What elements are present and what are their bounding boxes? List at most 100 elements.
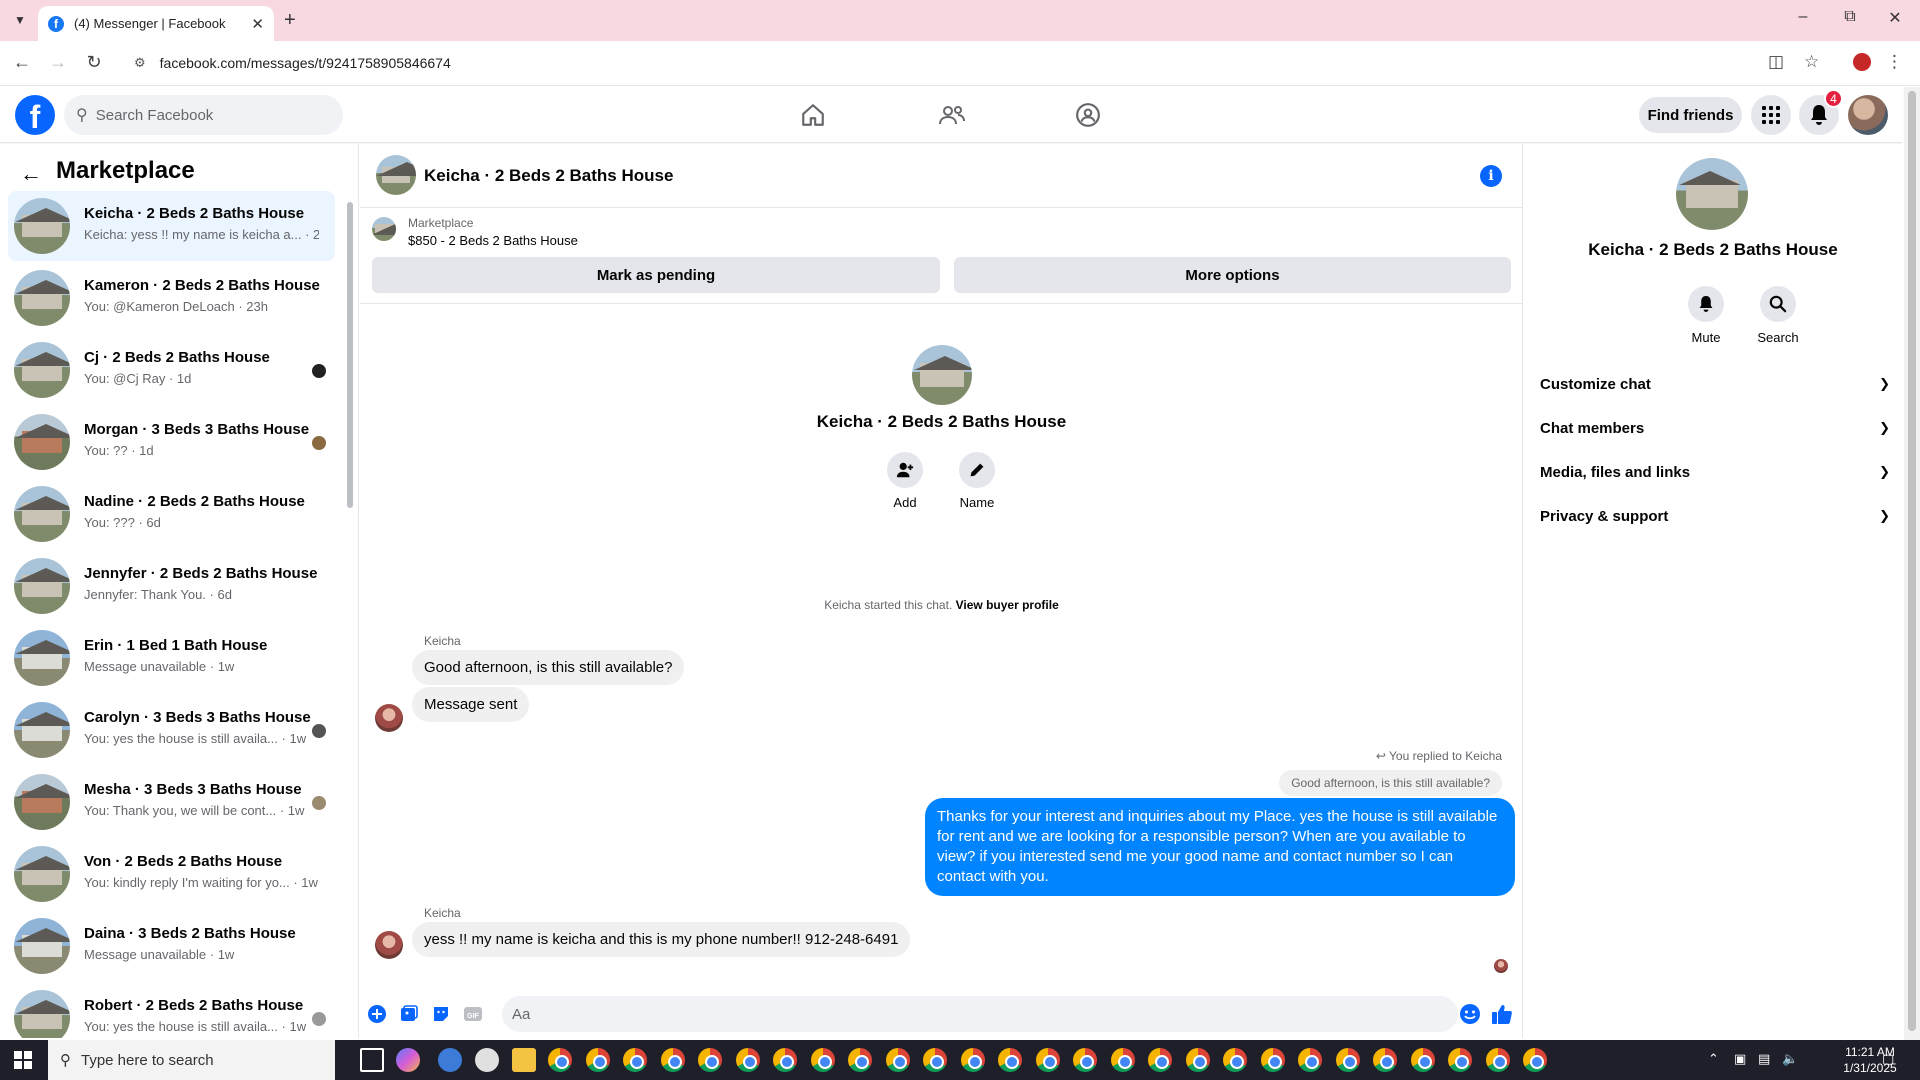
privacy-support-section[interactable]: Privacy & support ❯	[1540, 498, 1890, 534]
reload-icon[interactable]: ↻	[82, 52, 106, 73]
view-buyer-profile-link[interactable]: View buyer profile	[956, 598, 1059, 612]
chrome-icon[interactable]	[1073, 1048, 1097, 1072]
conversation-item[interactable]: Mesha · 3 Beds 3 Baths House You: Thank y…	[8, 767, 335, 837]
chrome-icon[interactable]	[661, 1048, 685, 1072]
mark-as-pending-button[interactable]: Mark as pending	[372, 257, 940, 293]
sender-avatar[interactable]	[375, 931, 403, 959]
site-info-icon[interactable]: ⚙	[134, 55, 146, 71]
friends-icon[interactable]	[932, 99, 972, 131]
sender-avatar[interactable]	[375, 704, 403, 732]
chrome-icon[interactable]	[1261, 1048, 1285, 1072]
bookmark-star-icon[interactable]: ☆	[1804, 52, 1819, 72]
copilot-icon[interactable]	[396, 1048, 420, 1072]
facebook-search-input[interactable]: ⚲ Search Facebook	[64, 95, 343, 135]
new-tab-plus-icon[interactable]: +	[284, 9, 296, 32]
chrome-icon[interactable]	[998, 1048, 1022, 1072]
conversation-item[interactable]: Keicha · 2 Beds 2 Baths House Keicha: yes…	[8, 191, 335, 261]
chrome-icon[interactable]	[1411, 1048, 1435, 1072]
incoming-message[interactable]: Good afternoon, is this still available?	[412, 650, 685, 685]
page-scrollbar-thumb[interactable]	[1908, 91, 1916, 1031]
conversation-item[interactable]: Robert · 2 Beds 2 Baths House You: yes th…	[8, 983, 335, 1038]
more-options-button[interactable]: More options	[954, 257, 1511, 293]
chrome-icon[interactable]	[1448, 1048, 1472, 1072]
outgoing-message[interactable]: Thanks for your interest and inquiries a…	[925, 798, 1515, 896]
file-explorer-icon[interactable]	[512, 1048, 536, 1072]
app-icon[interactable]	[475, 1048, 499, 1072]
chrome-icon[interactable]	[1298, 1048, 1322, 1072]
listing-thumbnail[interactable]	[372, 217, 396, 241]
browser-tab-messenger[interactable]: f (4) Messenger | Facebook ✕	[38, 6, 274, 41]
meet-now-icon[interactable]: ▣	[1734, 1051, 1746, 1067]
chrome-icon[interactable]	[1373, 1048, 1397, 1072]
app-icon[interactable]	[438, 1048, 462, 1072]
chrome-icon[interactable]	[1036, 1048, 1060, 1072]
search-conversation-button[interactable]: Search	[1748, 286, 1808, 345]
conversation-item[interactable]: Kameron · 2 Beds 2 Baths House You: @Kame…	[8, 263, 335, 333]
taskbar-clock[interactable]: 11:21 AM 1/31/2025	[1840, 1044, 1900, 1076]
close-tab-icon[interactable]: ✕	[251, 15, 264, 33]
tray-overflow-chevron-icon[interactable]: ⌃	[1708, 1051, 1719, 1067]
message-input[interactable]: Aa	[502, 996, 1458, 1032]
task-view-icon[interactable]	[360, 1048, 384, 1072]
restore-icon[interactable]: ⧉	[1835, 8, 1865, 26]
conversation-item[interactable]: Jennyfer · 2 Beds 2 Baths House Jennyfer:…	[8, 551, 335, 621]
address-bar[interactable]: ⚙ facebook.com/messages/t/92417589058466…	[120, 47, 1770, 79]
emoji-icon[interactable]	[1459, 1003, 1481, 1025]
browser-menu-icon[interactable]: ⋮	[1886, 52, 1903, 72]
conversation-item[interactable]: Von · 2 Beds 2 Baths House You: kindly re…	[8, 839, 335, 909]
chrome-icon[interactable]	[548, 1048, 572, 1072]
chrome-icon[interactable]	[961, 1048, 985, 1072]
chrome-icon[interactable]	[923, 1048, 947, 1072]
page-scrollbar[interactable]	[1904, 87, 1920, 1040]
chrome-icon[interactable]	[1223, 1048, 1247, 1072]
add-people-button[interactable]: Add	[875, 452, 935, 510]
chrome-icon[interactable]	[698, 1048, 722, 1072]
chrome-icon[interactable]	[736, 1048, 760, 1072]
minimize-icon[interactable]: –	[1788, 8, 1818, 26]
browser-profile-icon[interactable]	[1853, 53, 1871, 71]
forward-arrow-icon[interactable]: →	[46, 52, 70, 73]
info-icon[interactable]: i	[1480, 165, 1502, 187]
customize-chat-section[interactable]: Customize chat ❯	[1540, 366, 1890, 402]
install-app-icon[interactable]: ◫	[1768, 52, 1784, 72]
chrome-icon[interactable]	[1186, 1048, 1210, 1072]
mute-button[interactable]: Mute	[1676, 286, 1736, 345]
volume-icon[interactable]: 🔈	[1782, 1051, 1798, 1067]
incoming-message[interactable]: yess !! my name is keicha and this is my…	[412, 922, 911, 957]
windows-start-icon[interactable]	[14, 1051, 32, 1074]
plus-circle-icon[interactable]	[366, 1003, 388, 1025]
chrome-icon[interactable]	[811, 1048, 835, 1072]
details-avatar[interactable]	[1676, 158, 1748, 230]
taskbar-search-box[interactable]: ⚲ Type here to search	[48, 1040, 335, 1080]
account-avatar[interactable]	[1848, 95, 1888, 135]
chrome-icon[interactable]	[1148, 1048, 1172, 1072]
sidebar-scrollbar[interactable]	[345, 192, 355, 1036]
menu-grid-icon[interactable]	[1751, 95, 1791, 135]
find-friends-button[interactable]: Find friends	[1639, 97, 1742, 133]
listing-title[interactable]: $850 - 2 Beds 2 Baths House	[408, 233, 578, 248]
back-arrow-icon[interactable]: ←	[20, 161, 42, 187]
thumbs-up-icon[interactable]	[1491, 1003, 1513, 1025]
home-icon[interactable]	[793, 99, 833, 131]
gif-icon[interactable]: GIF	[462, 1003, 484, 1025]
conversation-item[interactable]: Cj · 2 Beds 2 Baths House You: @Cj Ray · …	[8, 335, 335, 405]
conversation-item[interactable]: Nadine · 2 Beds 2 Baths House You: ??? · …	[8, 479, 335, 549]
chrome-icon[interactable]	[586, 1048, 610, 1072]
chat-title[interactable]: Keicha · 2 Beds 2 Baths House	[424, 166, 673, 186]
chrome-icon[interactable]	[1523, 1048, 1547, 1072]
close-window-icon[interactable]: ✕	[1880, 8, 1910, 28]
conversation-item[interactable]: Carolyn · 3 Beds 3 Baths House You: yes t…	[8, 695, 335, 765]
chat-members-section[interactable]: Chat members ❯	[1540, 410, 1890, 446]
media-files-links-section[interactable]: Media, files and links ❯	[1540, 454, 1890, 490]
back-arrow-icon[interactable]: ←	[10, 52, 34, 73]
groups-icon[interactable]	[1068, 99, 1108, 131]
incoming-message[interactable]: Message sent	[412, 687, 530, 722]
conversation-item[interactable]: Erin · 1 Bed 1 Bath House Message unavail…	[8, 623, 335, 693]
network-icon[interactable]: ▤	[1758, 1051, 1770, 1067]
chrome-icon[interactable]	[1111, 1048, 1135, 1072]
chrome-icon[interactable]	[1336, 1048, 1360, 1072]
tab-search-chevron-icon[interactable]: ▼	[8, 8, 32, 32]
chrome-icon[interactable]	[623, 1048, 647, 1072]
conversation-item[interactable]: Daina · 3 Beds 2 Baths House Message unav…	[8, 911, 335, 981]
quoted-message[interactable]: Good afternoon, is this still available?	[1279, 770, 1502, 796]
